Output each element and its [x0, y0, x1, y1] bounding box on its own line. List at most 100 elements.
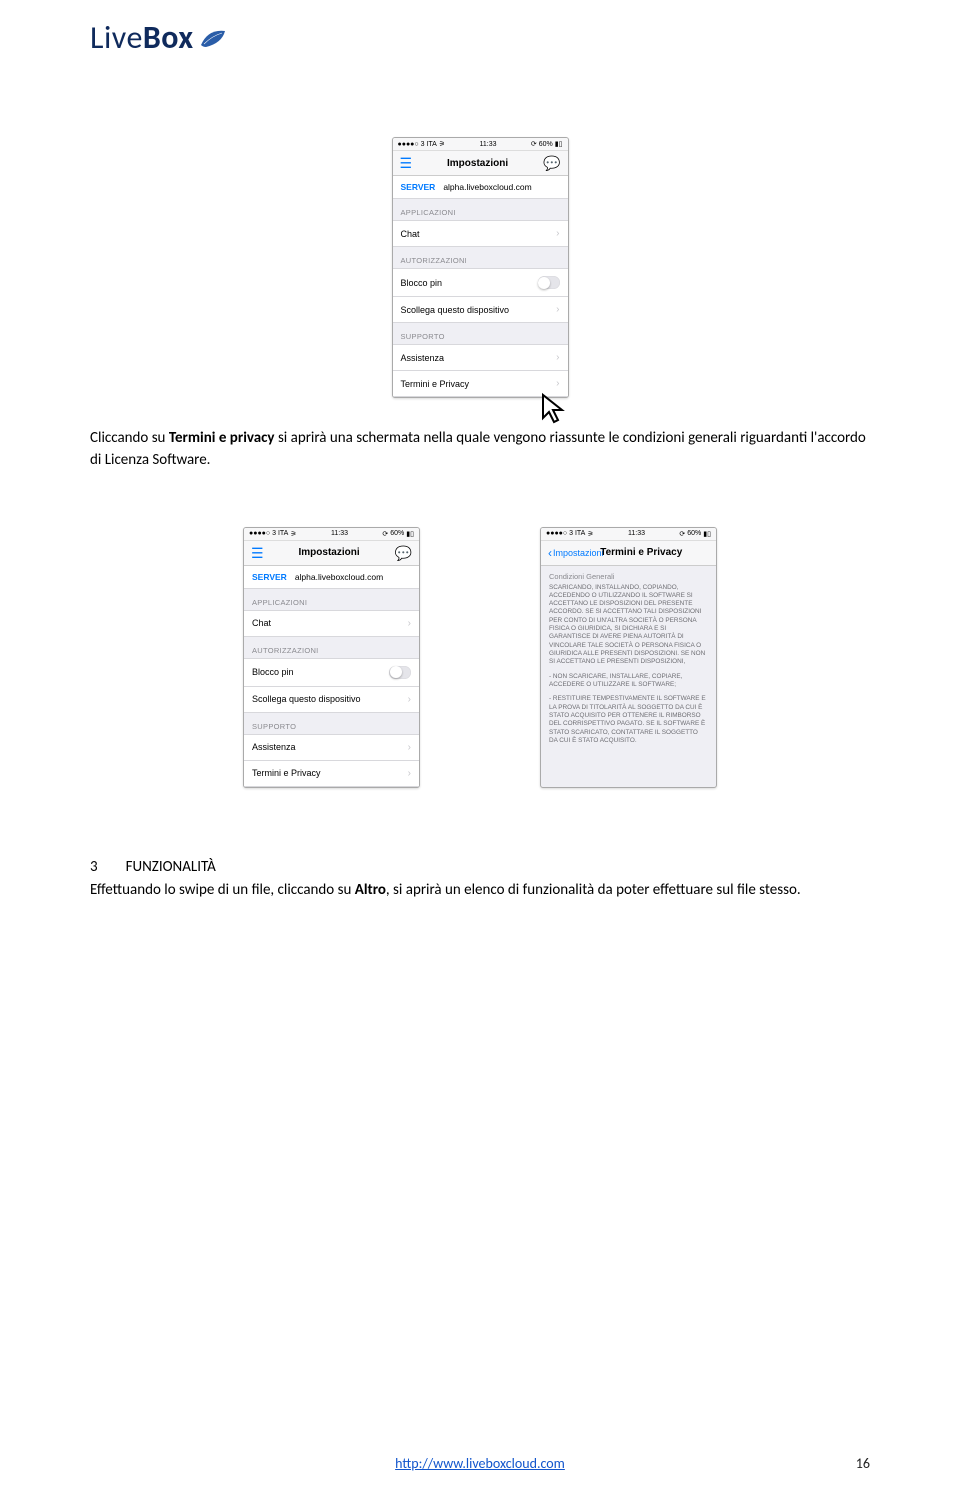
- server-value: alpha.liveboxcloud.com: [295, 572, 383, 582]
- rotation-lock-icon: ⟳: [531, 140, 537, 148]
- chevron-right-icon: ›: [556, 352, 559, 363]
- paragraph-altro: Effettuando lo swipe di un file, cliccan…: [90, 880, 870, 902]
- paragraph-terms: Cliccando su Termini e privacy si aprirà…: [90, 428, 870, 472]
- terms-p3: - RESTITUIRE TEMPESTIVAMENTE IL SOFTWARE…: [549, 695, 708, 745]
- menu-icon[interactable]: ☰: [251, 546, 264, 560]
- chevron-right-icon: ›: [556, 304, 559, 315]
- leaf-icon: [198, 27, 228, 49]
- row-unlink[interactable]: Scollega questo dispositivo ›: [393, 297, 568, 323]
- signal-dots-icon: ●●●●○: [398, 141, 419, 148]
- heading-text: FUNZIONALITÀ: [126, 858, 216, 876]
- status-time: 11:33: [480, 141, 497, 148]
- nav-bar: ☰ Impostazioni 💬: [393, 151, 568, 176]
- row-unlink-label: Scollega questo dispositivo: [252, 694, 361, 704]
- nav-bar: ☰ Impostazioni 💬: [244, 541, 419, 566]
- section-auth: AUTORIZZAZIONI: [244, 637, 419, 658]
- row-help[interactable]: Assistenza ›: [244, 734, 419, 761]
- terms-p2: - NON SCARICARE, INSTALLARE, COPIARE, AC…: [549, 673, 708, 690]
- battery-pct: 60%: [539, 141, 553, 148]
- row-chat-label: Chat: [401, 229, 420, 239]
- chevron-right-icon: ›: [408, 742, 411, 753]
- status-bar: ●●●●○ 3 ITA ⚞ 11:33 ⟳ 60% ▮▯: [244, 528, 419, 541]
- row-chat[interactable]: Chat ›: [393, 220, 568, 247]
- nav-title: Impostazioni: [447, 158, 508, 169]
- row-unlink[interactable]: Scollega questo dispositivo ›: [244, 687, 419, 713]
- carrier-label: 3 ITA: [272, 530, 288, 537]
- back-button[interactable]: ‹Impostazioni: [548, 546, 604, 560]
- wifi-icon: ⚞: [587, 530, 593, 538]
- status-bar: ●●●●○ 3 ITA ⚞ 11:33 ⟳ 60% ▮▯: [541, 528, 716, 541]
- row-terms[interactable]: Termini e Privacy›: [244, 761, 419, 787]
- battery-icon: ▮▯: [555, 140, 563, 148]
- section-support: SUPPORTO: [393, 323, 568, 344]
- p1-bold: Termini e privacy: [169, 429, 275, 447]
- status-time: 11:33: [331, 530, 348, 537]
- logo: LiveBox: [90, 18, 870, 57]
- row-terms-label: Termini e Privacy: [401, 379, 470, 389]
- row-unlink-label: Scollega questo dispositivo: [401, 305, 510, 315]
- row-pin-label: Blocco pin: [401, 278, 443, 288]
- heading-num: 3: [90, 858, 98, 876]
- server-label: SERVER: [401, 182, 436, 192]
- server-label: SERVER: [252, 572, 287, 582]
- phone-terms: ●●●●○ 3 ITA ⚞ 11:33 ⟳ 60% ▮▯ ‹Impostazio…: [540, 527, 717, 788]
- p2-bold: Altro: [355, 881, 386, 899]
- row-terms-label: Termini e Privacy: [252, 768, 321, 778]
- chevron-right-icon: ›: [408, 618, 411, 629]
- footer-link[interactable]: http://www.liveboxcloud.com: [395, 1455, 565, 1472]
- rotation-lock-icon: ⟳: [679, 530, 685, 538]
- chat-bubble-icon[interactable]: 💬: [395, 546, 412, 560]
- terms-body: SCARICANDO, INSTALLANDO, COPIANDO, ACCED…: [541, 584, 716, 760]
- carrier-label: 3 ITA: [421, 141, 437, 148]
- heading-funzionalita: 3 FUNZIONALITÀ: [90, 858, 870, 876]
- status-bar: ●●●●○ 3 ITA ⚞ 11:33 ⟳ 60% ▮▯: [393, 138, 568, 151]
- wifi-icon: ⚞: [290, 530, 296, 538]
- nav-title: Impostazioni: [299, 547, 360, 558]
- rotation-lock-icon: ⟳: [382, 530, 388, 538]
- status-time: 11:33: [628, 530, 645, 537]
- chat-bubble-icon[interactable]: 💬: [543, 156, 560, 170]
- row-pin-label: Blocco pin: [252, 667, 294, 677]
- menu-icon[interactable]: ☰: [400, 156, 413, 170]
- signal-dots-icon: ●●●●○: [249, 530, 270, 537]
- chevron-right-icon: ›: [408, 694, 411, 705]
- row-pin[interactable]: Blocco pin: [244, 658, 419, 687]
- document-page: LiveBox ●●●●○ 3 ITA ⚞ 11:33 ⟳ 60% ▮▯ ☰ I…: [0, 0, 960, 1507]
- server-row[interactable]: SERVER alpha.liveboxcloud.com: [393, 176, 568, 199]
- row-help-label: Assistenza: [252, 742, 296, 752]
- pin-switch[interactable]: [538, 276, 560, 289]
- section-apps: APPLICAZIONI: [393, 199, 568, 220]
- battery-pct: 60%: [687, 530, 701, 537]
- page-number: 16: [856, 1455, 870, 1472]
- chevron-right-icon: ›: [556, 228, 559, 239]
- chevron-right-icon: ›: [556, 378, 559, 389]
- terms-p1: SCARICANDO, INSTALLANDO, COPIANDO, ACCED…: [549, 584, 708, 667]
- phone-settings-2: ●●●●○ 3 ITA ⚞ 11:33 ⟳ 60% ▮▯ ☰ Impostazi…: [243, 527, 420, 788]
- p1-pre: Cliccando su: [90, 429, 169, 447]
- row-chat[interactable]: Chat ›: [244, 610, 419, 637]
- row-terms[interactable]: Termini e Privacy ›: [393, 371, 568, 397]
- logo-text: LiveBox: [90, 18, 194, 57]
- server-row[interactable]: SERVER alpha.liveboxcloud.com: [244, 566, 419, 589]
- row-pin[interactable]: Blocco pin: [393, 268, 568, 297]
- section-support: SUPPORTO: [244, 713, 419, 734]
- chevron-left-icon: ‹: [548, 546, 552, 560]
- signal-dots-icon: ●●●●○: [546, 530, 567, 537]
- logo-word-1: Live: [90, 18, 143, 57]
- row-chat-label: Chat: [252, 618, 271, 628]
- battery-icon: ▮▯: [406, 530, 414, 538]
- nav-bar: ‹Impostazioni Termini e Privacy: [541, 541, 716, 566]
- server-value: alpha.liveboxcloud.com: [443, 182, 531, 192]
- logo-word-2: Box: [143, 18, 194, 57]
- carrier-label: 3 ITA: [569, 530, 585, 537]
- row-help-label: Assistenza: [401, 353, 445, 363]
- nav-title: Termini e Privacy: [600, 547, 682, 558]
- battery-pct: 60%: [390, 530, 404, 537]
- battery-icon: ▮▯: [703, 530, 711, 538]
- phone-settings-1: ●●●●○ 3 ITA ⚞ 11:33 ⟳ 60% ▮▯ ☰ Impostazi…: [392, 137, 569, 398]
- section-auth: AUTORIZZAZIONI: [393, 247, 568, 268]
- section-apps: APPLICAZIONI: [244, 589, 419, 610]
- pin-switch[interactable]: [389, 666, 411, 679]
- terms-subtitle: Condizioni Generali: [541, 566, 716, 584]
- row-help[interactable]: Assistenza ›: [393, 344, 568, 371]
